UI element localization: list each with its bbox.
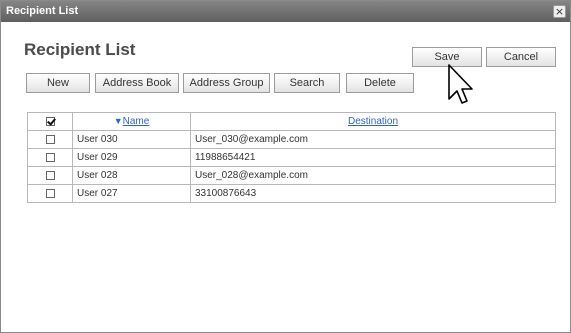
row-checkbox[interactable]	[45, 134, 55, 144]
recipient-table: ▼Name Destination User 030 User_030@exam…	[27, 112, 556, 203]
recipient-list-dialog: Recipient List × Recipient List Save Can…	[0, 0, 571, 333]
recipient-name: User 030	[72, 130, 191, 149]
address-group-button[interactable]: Address Group	[183, 73, 270, 93]
recipient-destination: User_030@example.com	[190, 130, 556, 149]
window-title: Recipient List	[6, 5, 79, 17]
table-header-row: ▼Name Destination	[27, 112, 556, 131]
destination-sort-link[interactable]: Destination	[348, 116, 398, 127]
title-bar: Recipient List ×	[1, 1, 570, 22]
recipient-destination: 11988654421	[190, 148, 556, 167]
address-book-button[interactable]: Address Book	[95, 73, 179, 93]
recipient-name: User 029	[72, 148, 191, 167]
page-title: Recipient List	[24, 40, 136, 59]
name-column-header[interactable]: ▼Name	[72, 112, 191, 131]
select-all-checkbox[interactable]	[45, 116, 55, 126]
recipient-name: User 028	[72, 166, 191, 185]
recipient-destination: User_028@example.com	[190, 166, 556, 185]
recipient-name: User 027	[72, 184, 191, 203]
new-button[interactable]: New	[26, 73, 90, 93]
recipient-destination: 33100876643	[190, 184, 556, 203]
table-row[interactable]: User 030 User_030@example.com	[27, 130, 556, 149]
mouse-pointer-icon	[448, 64, 473, 104]
name-sort-link[interactable]: Name	[123, 116, 150, 127]
close-icon[interactable]: ×	[553, 5, 566, 18]
table-row[interactable]: User 028 User_028@example.com	[27, 166, 556, 185]
destination-column-header[interactable]: Destination	[190, 112, 556, 131]
table-row[interactable]: User 029 11988654421	[27, 148, 556, 167]
search-button[interactable]: Search	[274, 73, 340, 93]
row-checkbox[interactable]	[45, 170, 55, 180]
cancel-button[interactable]: Cancel	[486, 47, 556, 67]
select-all-cell	[27, 112, 73, 131]
row-checkbox[interactable]	[45, 152, 55, 162]
table-row[interactable]: User 027 33100876643	[27, 184, 556, 203]
sort-descending-icon: ▼	[113, 116, 123, 126]
row-checkbox[interactable]	[45, 188, 55, 198]
delete-button[interactable]: Delete	[346, 73, 414, 93]
